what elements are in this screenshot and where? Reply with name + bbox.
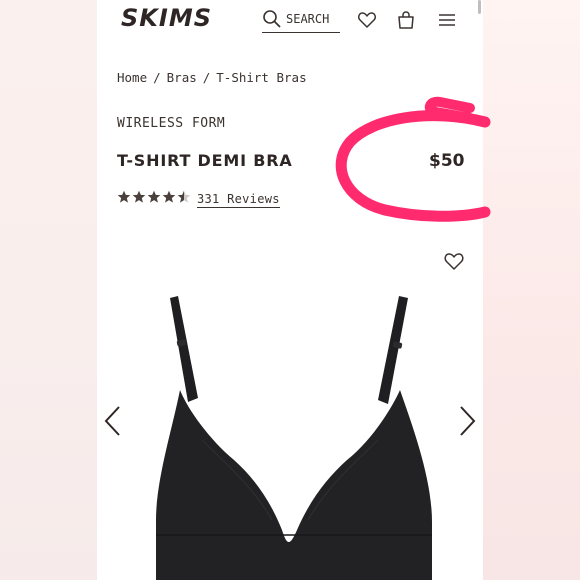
background-right	[483, 0, 580, 580]
hamburger-menu-icon[interactable]	[437, 10, 457, 30]
background-left	[0, 0, 97, 580]
chevron-right-icon[interactable]	[457, 405, 477, 437]
search-button[interactable]: SEARCH	[262, 6, 340, 33]
heart-icon[interactable]	[357, 10, 377, 30]
star-rating[interactable]	[117, 190, 192, 204]
breadcrumb-bras[interactable]: Bras	[167, 70, 197, 85]
chevron-left-icon[interactable]	[103, 405, 123, 437]
star-icon	[132, 190, 146, 203]
star-icon	[117, 190, 131, 203]
half-star-icon	[177, 190, 191, 203]
product-image[interactable]	[142, 290, 442, 580]
breadcrumb-separator: /	[202, 70, 211, 85]
breadcrumb-home[interactable]: Home	[117, 70, 147, 85]
search-label: SEARCH	[286, 12, 330, 26]
star-icon	[162, 190, 176, 203]
product-collection: WIRELESS FORM	[117, 116, 226, 131]
product-title: T-SHIRT DEMI BRA	[117, 151, 293, 170]
breadcrumb-separator: /	[153, 70, 161, 85]
product-price: $50	[429, 151, 465, 171]
star-icon	[147, 190, 161, 203]
brand-logo[interactable]: SKIMS	[121, 4, 212, 32]
shopping-bag-icon[interactable]	[396, 10, 416, 30]
mobile-page: SKIMS SEARCH Home / Bras / T-Shirt Bras WIRE…	[97, 0, 483, 580]
breadcrumb: Home / Bras / T-Shirt Bras	[117, 70, 307, 85]
add-to-wishlist-heart-icon[interactable]	[443, 250, 465, 272]
scrollbar[interactable]	[478, 0, 481, 14]
breadcrumb-tshirt-bras[interactable]: T-Shirt Bras	[216, 70, 306, 85]
search-icon	[263, 10, 281, 28]
reviews-link[interactable]: 331 Reviews	[197, 192, 280, 208]
